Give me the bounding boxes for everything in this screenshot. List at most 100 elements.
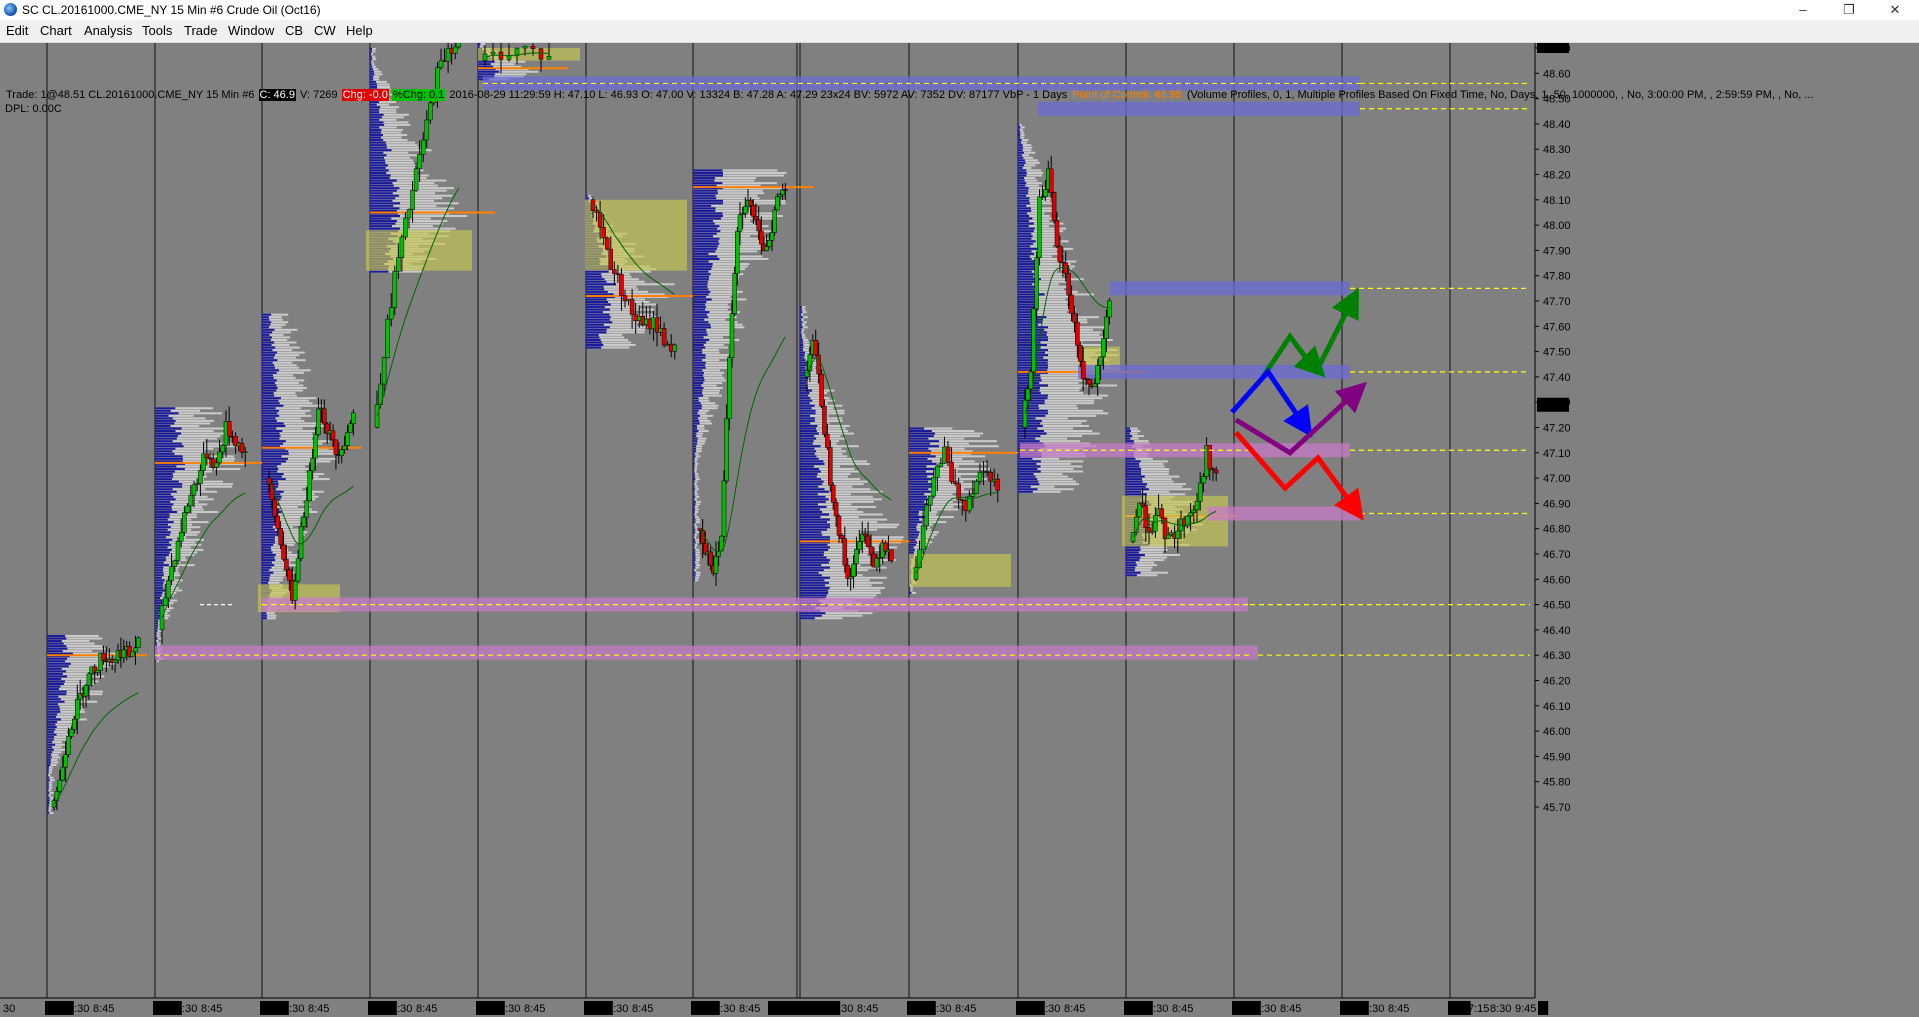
minimize-button[interactable]: –: [1780, 0, 1826, 20]
profile-bid-bar: [155, 498, 176, 501]
profile-bid-bar: [155, 503, 174, 506]
time-axis[interactable]: 30 8-157:30 8:45 8-167:30 8:45 8-177:30 8:45 8-…: [0, 997, 1919, 1017]
profile-bid-bar: [693, 242, 720, 245]
profile-bid-bar: [800, 437, 817, 440]
profile-bid-bar: [693, 387, 704, 390]
candle-body: [130, 651, 135, 657]
profile-bid-bar: [155, 528, 168, 531]
profile-bid-bar: [262, 536, 276, 539]
profile-bid-bar: [800, 483, 823, 486]
profile-bid-bar: [262, 318, 270, 321]
time-label: 8:30: [1490, 1003, 1511, 1015]
profile-bid-bar: [262, 554, 276, 556]
profile-bid-bar: [693, 235, 713, 238]
profile-bid-bar: [47, 715, 57, 718]
candle-body: [330, 430, 336, 441]
menu-trade[interactable]: Trade: [184, 23, 217, 38]
candle-body: [945, 446, 951, 463]
profile-bid-bar: [800, 579, 825, 582]
profile-bid-bar: [800, 379, 807, 382]
candle-body: [101, 652, 106, 661]
candle-body: [66, 736, 71, 755]
profile-bid-bar: [693, 321, 709, 324]
profile-bid-bar: [693, 260, 709, 263]
menu-cb[interactable]: CB: [285, 23, 303, 38]
price-axis[interactable]: 48.7048.6048.5048.4048.3048.2048.1048.00…: [1534, 43, 1919, 1017]
profile-bid-bar: [1018, 435, 1041, 438]
profile-bid-bar: [800, 485, 819, 488]
candle-body: [1025, 388, 1031, 401]
profile-bid-bar: [47, 705, 60, 708]
menu-help[interactable]: Help: [346, 23, 373, 38]
profile-bid-bar: [47, 703, 59, 706]
profile-bid-bar: [693, 232, 717, 235]
price-chart[interactable]: 48.7048.6048.5048.4048.3048.2048.1048.00…: [0, 43, 1919, 1017]
profile-bid-bar: [909, 548, 915, 551]
profile-bid-bar: [262, 384, 277, 387]
profile-bid-bar: [370, 227, 400, 230]
profile-bid-bar: [693, 202, 723, 205]
profile-bid-bar: [1126, 478, 1142, 481]
profile-bid-bar: [1018, 440, 1040, 443]
candle-body: [854, 549, 859, 565]
price-tick-label: 45.70: [1543, 802, 1571, 814]
menu-edit[interactable]: Edit: [6, 23, 28, 38]
profile-bid-bar: [586, 336, 600, 339]
profile-bid-bar: [693, 354, 706, 357]
point-of-control-info: Point of Control: 46.95: [1072, 89, 1182, 101]
profile-bid-bar: [693, 435, 697, 438]
profile-bid-bar: [1018, 166, 1023, 169]
menu-window[interactable]: Window: [228, 23, 274, 38]
profile-bid-bar: [909, 483, 932, 486]
candle-body: [708, 551, 713, 566]
chart-canvas[interactable]: 48.7048.6048.5048.4048.3048.2048.1048.00…: [0, 43, 1919, 1017]
profile-bid-bar: [1126, 430, 1131, 433]
profile-bid-bar: [1018, 341, 1041, 344]
change-box: Chg: -0.0: [341, 89, 389, 101]
profile-bid-bar: [800, 576, 830, 579]
profile-bid-bar: [155, 609, 161, 612]
profile-bid-bar: [909, 432, 935, 435]
profile-bid-bar: [262, 475, 282, 478]
profile-bid-bar: [909, 462, 937, 465]
profile-bid-bar: [155, 556, 166, 559]
candle-body: [816, 354, 821, 375]
profile-bid-bar: [1018, 480, 1039, 483]
profile-bid-bar: [47, 794, 49, 797]
candle-body: [57, 779, 63, 792]
profile-bid-bar: [262, 574, 271, 577]
profile-bid-bar: [155, 409, 171, 412]
menu-chart[interactable]: Chart: [40, 23, 72, 38]
profile-bid-bar: [155, 495, 174, 498]
profile-bid-bar: [1126, 554, 1145, 556]
restore-button[interactable]: ❐: [1826, 0, 1872, 20]
close-button[interactable]: ✕: [1872, 0, 1918, 20]
profile-bid-bar: [1018, 478, 1038, 481]
profile-bid-bar: [1018, 245, 1031, 248]
scenario-arrow: [1317, 287, 1359, 366]
profile-bid-bar: [47, 708, 60, 711]
profile-bid-bar: [800, 513, 829, 516]
candle-body: [226, 421, 232, 437]
profile-bid-bar: [370, 225, 393, 228]
menu-analysis[interactable]: Analysis: [84, 23, 132, 38]
menu-cw[interactable]: CW: [314, 23, 336, 38]
candle-body: [191, 484, 197, 496]
profile-bid-bar: [693, 209, 716, 212]
profile-bid-bar: [586, 323, 604, 326]
profile-bid-bar: [693, 538, 696, 541]
profile-bid-bar: [47, 713, 58, 716]
menu-tools[interactable]: Tools: [142, 23, 172, 38]
profile-bid-bar: [1018, 184, 1026, 187]
profile-bid-bar: [155, 584, 163, 587]
profile-bid-bar: [693, 399, 699, 402]
profile-bid-bar: [800, 516, 821, 519]
profile-bid-bar: [693, 227, 718, 230]
profile-bid-bar: [800, 559, 830, 562]
profile-bid-bar: [262, 321, 272, 324]
profile-bid-bar: [370, 116, 382, 119]
candle-body: [889, 549, 894, 562]
candle-body: [594, 210, 599, 213]
profile-bid-bar: [47, 695, 59, 698]
profile-bid-bar: [1018, 318, 1043, 321]
